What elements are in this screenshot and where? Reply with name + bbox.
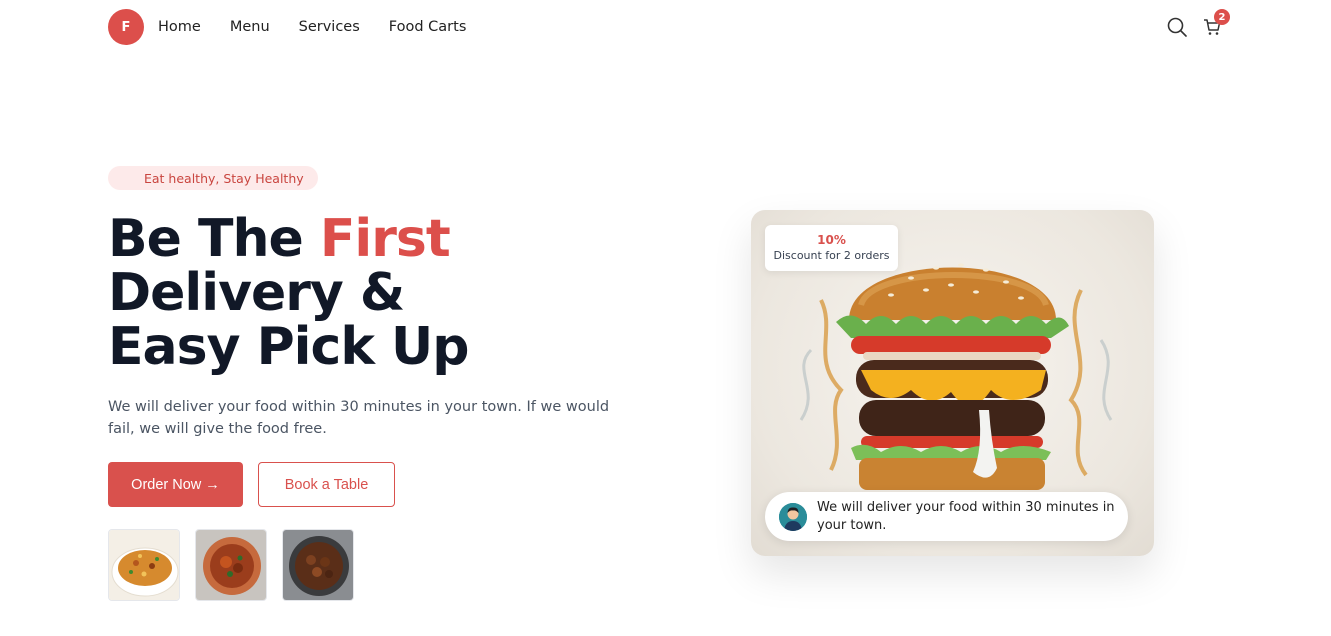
nav-link-food-carts[interactable]: Food Carts <box>389 19 467 35</box>
headline-part1: Be The <box>108 209 320 269</box>
discount-percent: 10% <box>817 233 846 247</box>
hero-headline: Be The First Delivery & Easy Pick Up <box>108 209 469 377</box>
fried-dish-thumbnail[interactable] <box>282 529 354 601</box>
headline-line2: Delivery & <box>108 263 405 323</box>
main-menu: Home Menu Services Food Carts <box>158 19 495 35</box>
discount-text: Discount for 2 orders <box>773 249 890 262</box>
search-icon <box>1167 17 1187 37</box>
book-table-button[interactable]: Book a Table <box>258 462 395 507</box>
delivery-message: We will deliver your food within 30 minu… <box>817 499 1115 533</box>
hero-image-card: 10% Discount for 2 orders We will delive… <box>751 210 1154 556</box>
discount-badge: 10% Discount for 2 orders <box>765 225 898 271</box>
hero-description: We will deliver your food within 30 minu… <box>108 399 610 437</box>
cart-count-badge: 2 <box>1214 9 1230 25</box>
nav-link-services[interactable]: Services <box>299 19 360 35</box>
avatar <box>779 502 807 531</box>
hero-tagline: Eat healthy, Stay Healthy <box>108 166 318 190</box>
delivery-message-bubble: We will deliver your food within 30 minu… <box>765 492 1128 541</box>
nav-link-menu[interactable]: Menu <box>230 19 270 35</box>
curry-pot-thumbnail[interactable] <box>195 529 267 601</box>
brand-logo[interactable]: F <box>108 9 144 45</box>
order-now-button[interactable]: Order Now → <box>108 462 243 507</box>
headline-accent: First <box>319 209 451 269</box>
navbar: F Home Menu Services Food Carts 2 <box>108 9 1230 45</box>
search-button[interactable] <box>1167 17 1187 37</box>
nav-actions: 2 <box>1151 9 1230 37</box>
biryani-thumbnail[interactable] <box>108 529 180 601</box>
headline-line3: Easy Pick Up <box>108 317 469 377</box>
cart-button[interactable]: 2 <box>1203 9 1230 36</box>
nav-link-home[interactable]: Home <box>158 19 201 35</box>
food-thumbnails <box>108 529 369 601</box>
